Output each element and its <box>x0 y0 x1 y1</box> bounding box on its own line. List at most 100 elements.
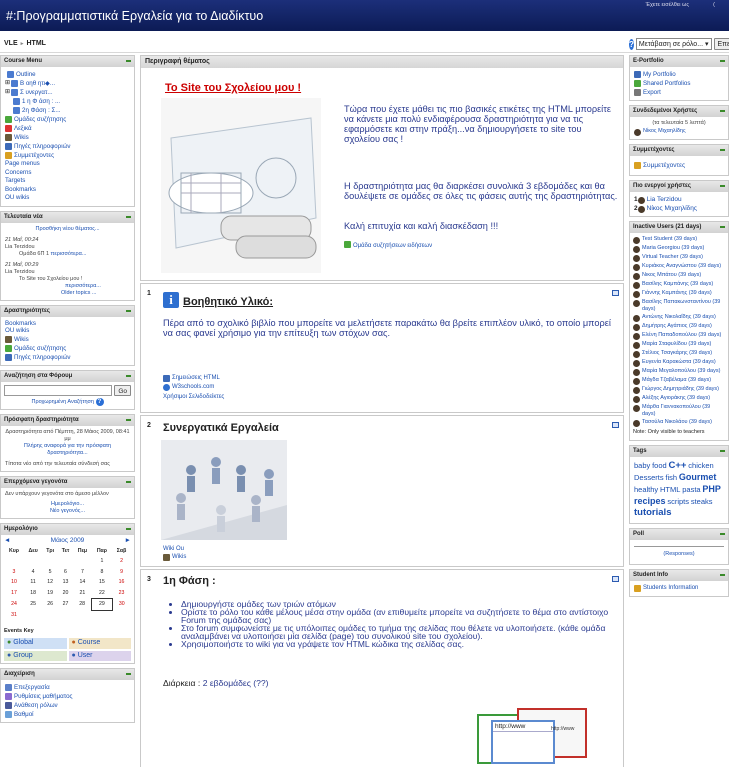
inactive-user[interactable]: Ευγενία Καρακώστα (39 days) <box>633 359 725 367</box>
inactive-user[interactable]: Γιώργος Δημητριάδης (39 days) <box>633 386 725 394</box>
collapse-icon[interactable] <box>720 185 725 187</box>
breadcrumb-vle[interactable]: VLE <box>4 40 18 47</box>
prev-month-button[interactable]: ◄ <box>4 537 10 546</box>
collapse-icon[interactable] <box>126 215 131 218</box>
inactive-user[interactable]: Test Student (39 days) <box>633 236 725 244</box>
site-title[interactable]: #:Προγραμματιστικά Εργαλεία για το Διαδί… <box>6 9 263 23</box>
collapse-icon[interactable] <box>126 309 131 312</box>
menu-item-ou-wikis[interactable]: OU wikis <box>5 194 130 203</box>
advanced-search-link[interactable]: Προχωρημένη Αναζήτηση <box>32 399 94 405</box>
show-only-topic-icon[interactable] <box>612 576 619 582</box>
inactive-user[interactable]: Αλέξης Αγιοράκης (39 days) <box>633 395 725 403</box>
add-topic-link[interactable]: Προσθήκη νέου θέματος... <box>5 226 130 233</box>
older-topics-link[interactable]: Older topics ... <box>5 290 130 297</box>
menu-item-wikis[interactable]: Wikis <box>5 133 130 142</box>
shared-portfolios-link[interactable]: Shared Portfolios <box>634 79 724 88</box>
menu-item-section-4[interactable]: 2η Φάση : Σ... <box>5 106 130 115</box>
menu-item-section-2[interactable]: ⊞ Σ υνεργατ... <box>5 88 130 97</box>
tag-link[interactable]: healthy <box>634 485 658 494</box>
inactive-user[interactable]: Δημήτρης Αγάπιος (39 days) <box>633 323 725 331</box>
role-switch-select[interactable]: Μετάβαση σε ρόλο... ▾ <box>635 38 712 50</box>
news-forum-link[interactable]: Ομάδα συζητήσεων ειδήσεων <box>344 241 432 249</box>
more-link[interactable]: περισσότερα... <box>51 251 87 257</box>
link-wiki-ou[interactable]: Wiki Ou <box>163 545 186 553</box>
menu-item-section-1[interactable]: ⊞ Β οηθ ητι◆... <box>5 79 130 88</box>
menu-item-participants[interactable]: Συμμετέχοντες <box>5 151 130 160</box>
menu-item-glossaries[interactable]: Λεξικά <box>5 124 130 133</box>
menu-item-forums[interactable]: Ομάδες συζήτησης <box>5 115 130 124</box>
collapse-icon[interactable] <box>720 110 725 112</box>
export-link[interactable]: Export <box>634 88 724 97</box>
menu-item-resources[interactable]: Πηγές πληροφοριών <box>5 142 130 151</box>
tag-link[interactable]: baby <box>634 461 650 470</box>
next-month-button[interactable]: ► <box>125 537 131 546</box>
edit-button[interactable]: Επεξεργασί <box>713 38 729 50</box>
inactive-user[interactable]: Βασίλης Παπακωνσταντίνου (39 days) <box>633 299 725 313</box>
inactive-user[interactable]: Γιάννης Καμπάνης (39 days) <box>633 290 725 298</box>
menu-item-bookmarks[interactable]: Bookmarks <box>5 186 130 195</box>
key-course[interactable]: ● Course <box>68 638 131 649</box>
my-portfolio-link[interactable]: My Portfolio <box>634 70 724 79</box>
collapse-icon[interactable] <box>126 419 131 421</box>
full-report-link[interactable]: Πλήρης αναφορά για την πρόσφατη δραστηρι… <box>5 443 130 457</box>
admin-roles[interactable]: Ανάθεση ρόλων <box>5 701 130 710</box>
collapse-icon[interactable] <box>126 374 131 377</box>
activity-wikis[interactable]: Wikis <box>5 335 130 344</box>
activity-forums[interactable]: Ομάδες συζήτησης <box>5 344 130 353</box>
menu-item-outline[interactable]: Outline <box>5 70 130 79</box>
collapse-icon[interactable] <box>720 226 725 228</box>
inactive-user[interactable]: Βασίλης Καμπάνης (39 days) <box>633 281 725 289</box>
tag-link[interactable]: fish <box>665 473 677 482</box>
show-only-topic-icon[interactable] <box>612 422 619 428</box>
poll-responses-link[interactable]: (Responses) <box>634 550 724 559</box>
tag-link[interactable]: steaks <box>691 497 713 506</box>
inactive-user[interactable]: Μάρθα Γιαννακοπούλου (39 days) <box>633 404 725 418</box>
calendar-link[interactable]: Ημερολόγιο... <box>5 501 130 508</box>
students-information-link[interactable]: Students Information <box>634 584 724 593</box>
show-only-topic-icon[interactable] <box>612 290 619 296</box>
activity-ou-wikis[interactable]: OU wikis <box>5 327 130 335</box>
tag-link[interactable]: scripts <box>667 497 689 506</box>
search-go-button[interactable]: Go <box>114 384 131 396</box>
admin-grades[interactable]: Βαθμοί <box>5 710 130 719</box>
collapse-icon[interactable] <box>126 528 131 530</box>
activity-resources[interactable]: Πηγές πληροφοριών <box>5 353 130 362</box>
help-icon[interactable]: ? <box>629 38 634 50</box>
collapse-icon[interactable] <box>126 673 131 675</box>
key-global[interactable]: ● Global <box>4 638 67 649</box>
inactive-user[interactable]: Μαρία Μεγαλοπούλου (39 days) <box>633 368 725 376</box>
key-group[interactable]: ● Group <box>4 650 67 661</box>
key-user[interactable]: ● User <box>68 650 131 661</box>
tag-link[interactable]: PHP <box>702 484 721 494</box>
tag-link[interactable]: Desserts <box>634 473 664 482</box>
calendar-day-today[interactable]: 29 <box>91 598 113 611</box>
participants-link[interactable]: Συμμετέχοντες <box>634 161 724 170</box>
collapse-icon[interactable] <box>126 60 131 62</box>
active-user[interactable]: 1 Lia Terzidou <box>634 195 724 204</box>
menu-item-page-menus[interactable]: Page menus <box>5 160 130 169</box>
inactive-user[interactable]: Μαρία Σταφυλίδου (39 days) <box>633 341 725 349</box>
menu-item-targets[interactable]: Targets <box>5 177 130 186</box>
inactive-user[interactable]: Virtual Teacher (39 days) <box>633 254 725 262</box>
inactive-user[interactable]: Ελένη Παπαδοπούλου (39 days) <box>633 332 725 340</box>
collapse-icon[interactable] <box>720 449 725 452</box>
tag-link[interactable]: tutorials <box>634 507 671 518</box>
inactive-user[interactable]: Maria Georgiou (39 days) <box>633 245 725 253</box>
tag-link[interactable]: recipes <box>634 496 666 506</box>
link-w3schools[interactable]: W3schools.com <box>163 383 224 392</box>
inactive-user[interactable]: Τασούλα Νικολάου (39 days) <box>633 419 725 427</box>
admin-settings[interactable]: Ρυθμίσεις μαθήματος <box>5 692 130 701</box>
link-wikis[interactable]: Wikis <box>163 553 186 562</box>
online-user[interactable]: Νίκος Μιχαηλίδης <box>634 127 724 136</box>
link-html-notes[interactable]: Σημειώσεις HTML <box>163 374 224 383</box>
calendar-month[interactable]: Μάιος 2009 <box>51 537 85 546</box>
inactive-user[interactable]: Στέλιος Τσαγκάρης (39 days) <box>633 350 725 358</box>
help-icon[interactable]: ? <box>95 397 104 406</box>
tag-link[interactable]: food <box>652 461 667 470</box>
tag-link[interactable]: pasta <box>682 485 700 494</box>
inactive-user[interactable]: Μάγδα Τζαβέλαμα (39 days) <box>633 377 725 385</box>
active-user[interactable]: 2 Νίκος Μιχαηλίδης <box>634 204 724 213</box>
collapse-icon[interactable] <box>720 60 725 62</box>
collapse-icon[interactable] <box>720 574 725 576</box>
tag-link[interactable]: Gourmet <box>679 472 717 482</box>
